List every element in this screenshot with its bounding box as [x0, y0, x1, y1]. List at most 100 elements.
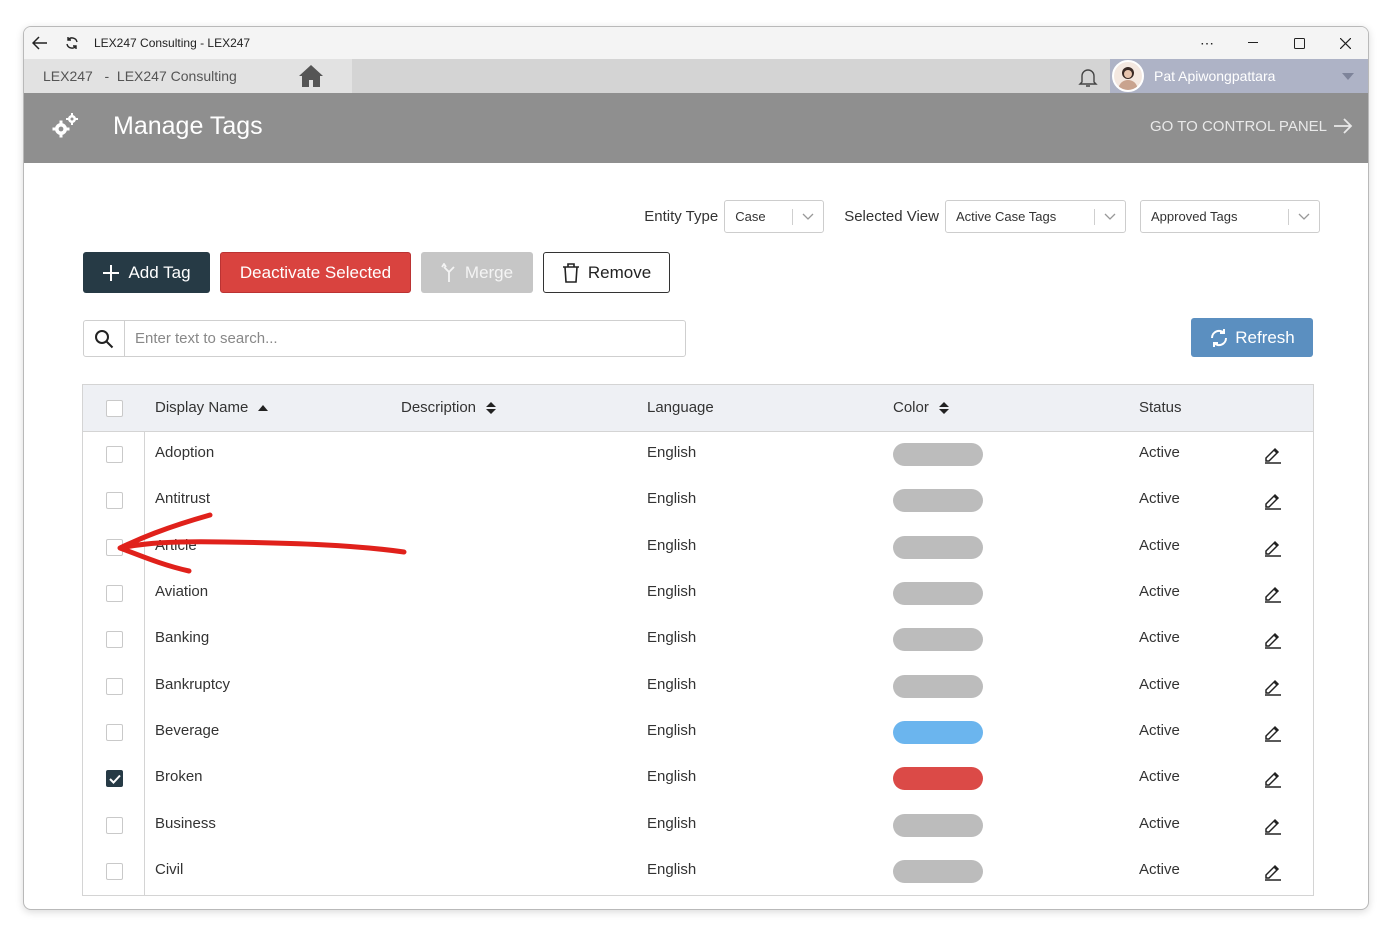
- tag-status: Active: [1139, 722, 1180, 739]
- row-checkbox[interactable]: [106, 724, 123, 741]
- search-icon[interactable]: [84, 321, 125, 356]
- reload-icon[interactable]: [56, 27, 88, 59]
- refresh-button[interactable]: Refresh: [1191, 318, 1313, 357]
- table-row[interactable]: Bankruptcy English Active: [83, 664, 1313, 710]
- close-icon[interactable]: [1322, 27, 1368, 59]
- table-row[interactable]: Broken English Active: [83, 756, 1313, 802]
- row-checkbox[interactable]: [106, 817, 123, 834]
- approval-select[interactable]: Approved Tags: [1140, 200, 1320, 233]
- avatar: [1112, 60, 1144, 92]
- tag-language: English: [647, 768, 697, 785]
- add-tag-button[interactable]: Add Tag: [83, 252, 210, 293]
- user-menu[interactable]: Pat Apiwongpattara: [1110, 59, 1368, 93]
- row-checkbox[interactable]: [106, 539, 123, 556]
- user-name: Pat Apiwongpattara: [1154, 68, 1276, 84]
- tag-color-swatch: [893, 536, 983, 559]
- tag-language: English: [647, 490, 697, 507]
- arrow-right-icon: [1334, 118, 1353, 134]
- row-checkbox[interactable]: [106, 631, 123, 648]
- edit-pencil-icon[interactable]: [1263, 768, 1283, 793]
- edit-pencil-icon[interactable]: [1263, 861, 1283, 886]
- table-row[interactable]: Civil English Active: [83, 849, 1313, 895]
- table-row[interactable]: Business English Active: [83, 803, 1313, 849]
- bell-icon[interactable]: [1076, 65, 1100, 94]
- tag-display-name: Broken: [155, 768, 203, 785]
- table-row[interactable]: Banking English Active: [83, 617, 1313, 663]
- row-checkbox[interactable]: [106, 492, 123, 509]
- more-icon[interactable]: ⋯: [1184, 27, 1230, 59]
- chevron-down-icon: [802, 213, 814, 220]
- filter-bar: Entity Type Case Selected View Active Ca…: [644, 200, 1320, 233]
- tag-status: Active: [1139, 444, 1180, 461]
- table-row[interactable]: Article English Active: [83, 525, 1313, 571]
- back-icon[interactable]: [24, 27, 56, 59]
- breadcrumb[interactable]: LEX247 - LEX247 Consulting: [24, 59, 270, 93]
- edit-pencil-icon[interactable]: [1263, 537, 1283, 562]
- edit-pencil-icon[interactable]: [1263, 815, 1283, 840]
- checkmark-icon: [108, 774, 121, 784]
- edit-pencil-icon[interactable]: [1263, 676, 1283, 701]
- sort-icon: [486, 401, 497, 414]
- search-input[interactable]: [125, 322, 685, 355]
- add-tag-label: Add Tag: [128, 262, 191, 282]
- table-row[interactable]: Aviation English Active: [83, 571, 1313, 617]
- tag-status: Active: [1139, 815, 1180, 832]
- entity-type-value: Case: [735, 209, 766, 224]
- row-checkbox[interactable]: [106, 446, 123, 463]
- tag-language: English: [647, 861, 697, 878]
- chevron-down-icon: [1342, 72, 1354, 80]
- gears-icon: [50, 111, 80, 146]
- tags-table: Display Name Description Language Color …: [82, 384, 1314, 896]
- table-row[interactable]: Antitrust English Active: [83, 478, 1313, 524]
- page-title: Manage Tags: [113, 112, 263, 140]
- tag-language: English: [647, 583, 697, 600]
- entity-type-label: Entity Type: [644, 208, 719, 225]
- tag-language: English: [647, 676, 697, 693]
- column-color[interactable]: Color: [893, 399, 949, 416]
- entity-type-select[interactable]: Case: [724, 200, 825, 233]
- table-row[interactable]: Adoption English Active: [83, 432, 1313, 478]
- tag-status: Active: [1139, 629, 1180, 646]
- refresh-icon: [1211, 328, 1228, 347]
- tag-status: Active: [1139, 861, 1180, 878]
- tag-language: English: [647, 444, 697, 461]
- title-bar: LEX247 Consulting - LEX247 ⋯: [24, 27, 1368, 59]
- minimize-icon[interactable]: [1230, 27, 1276, 59]
- tag-color-swatch: [893, 721, 983, 744]
- control-panel-label: GO TO CONTROL PANEL: [1150, 117, 1327, 135]
- home-icon[interactable]: [270, 59, 352, 93]
- row-checkbox[interactable]: [106, 863, 123, 880]
- tag-display-name: Civil: [155, 861, 184, 878]
- selected-view-label: Selected View: [844, 208, 939, 225]
- row-checkbox[interactable]: [106, 770, 123, 787]
- edit-pencil-icon[interactable]: [1263, 583, 1283, 608]
- tag-display-name: Article: [155, 537, 197, 554]
- tag-color-swatch: [893, 767, 983, 790]
- refresh-label: Refresh: [1235, 327, 1295, 347]
- remove-button[interactable]: Remove: [543, 252, 670, 293]
- go-to-control-panel-link[interactable]: GO TO CONTROL PANEL: [1150, 117, 1353, 135]
- approval-value: Approved Tags: [1151, 209, 1238, 224]
- column-status: Status: [1139, 399, 1182, 416]
- maximize-icon[interactable]: [1276, 27, 1322, 59]
- table-header: Display Name Description Language Color …: [83, 385, 1313, 432]
- tag-status: Active: [1139, 490, 1180, 507]
- selected-view-select[interactable]: Active Case Tags: [945, 200, 1126, 233]
- edit-pencil-icon[interactable]: [1263, 629, 1283, 654]
- column-description[interactable]: Description: [401, 399, 497, 416]
- row-checkbox[interactable]: [106, 678, 123, 695]
- merge-button[interactable]: Merge: [421, 252, 533, 293]
- tag-color-swatch: [893, 814, 983, 837]
- edit-pencil-icon[interactable]: [1263, 444, 1283, 469]
- edit-pencil-icon[interactable]: [1263, 722, 1283, 747]
- tag-status: Active: [1139, 537, 1180, 554]
- tag-color-swatch: [893, 860, 983, 883]
- row-checkbox[interactable]: [106, 585, 123, 602]
- deactivate-selected-button[interactable]: Deactivate Selected: [220, 252, 411, 293]
- edit-pencil-icon[interactable]: [1263, 490, 1283, 515]
- column-display-name[interactable]: Display Name: [155, 399, 269, 416]
- select-all-checkbox[interactable]: [106, 400, 123, 417]
- table-row[interactable]: Beverage English Active: [83, 710, 1313, 756]
- tag-color-swatch: [893, 582, 983, 605]
- tag-display-name: Banking: [155, 629, 210, 646]
